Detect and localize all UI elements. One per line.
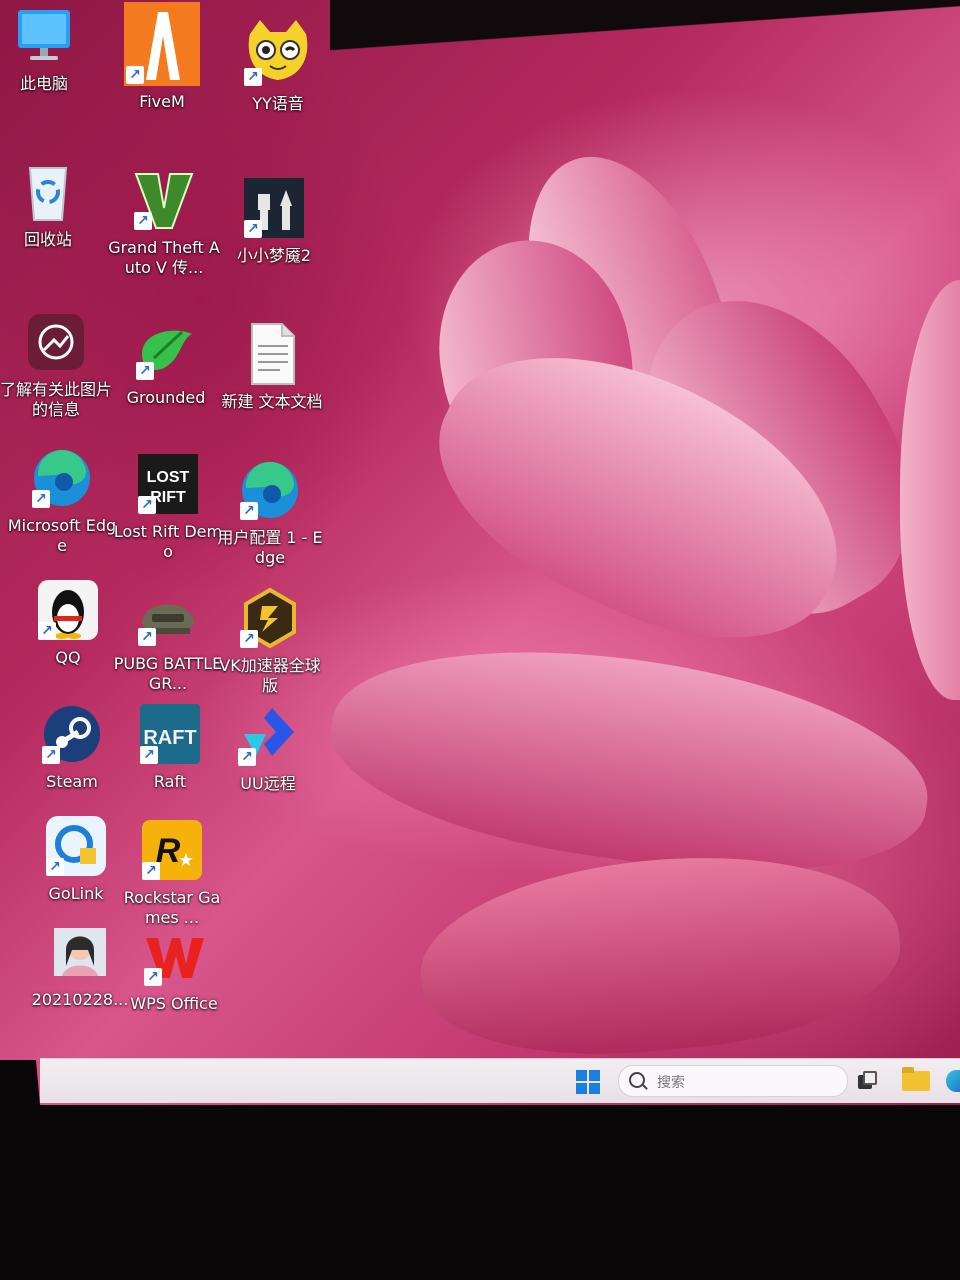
icon-label: QQ <box>55 648 81 667</box>
shortcut-arrow-icon: ↗ <box>138 628 156 646</box>
icon-label: 小小梦魇2 <box>236 246 312 265</box>
computer-icon <box>18 10 70 60</box>
search-icon <box>629 1072 645 1088</box>
wallpaper-petal <box>488 129 772 501</box>
shortcut-arrow-icon: ↗ <box>240 502 258 520</box>
icon-label: PUBG BATTLEGR... <box>113 654 223 693</box>
recycle-bin-icon <box>28 167 68 221</box>
shortcut-arrow-icon: ↗ <box>138 496 156 514</box>
shortcut-arrow-icon: ↗ <box>238 748 256 766</box>
desktop-icon-yy-voice[interactable]: ↗ YY语音 <box>222 16 334 114</box>
wallpaper-petal <box>319 619 941 901</box>
desktop-icon-little-nightmares-2[interactable]: ↗ 小小梦魇2 <box>218 176 330 266</box>
shortcut-arrow-icon: ↗ <box>244 68 262 86</box>
text-document-icon <box>251 323 295 385</box>
screen-bezel-edge <box>330 0 960 80</box>
svg-text:★: ★ <box>178 850 194 870</box>
wallpaper-petal <box>592 254 958 656</box>
desktop-icon-rockstar[interactable]: R ★ ↗ Rockstar Games ... <box>116 818 228 928</box>
desktop-icon-raft[interactable]: RAFT ↗ Raft <box>114 702 226 792</box>
desktop-icon-uu-remote[interactable]: ↗ UU远程 <box>212 704 324 794</box>
desktop-icon-steam[interactable]: ↗ Steam <box>16 702 128 792</box>
desktop-icon-vk-accelerator[interactable]: ↗ VK加速器全球版 <box>214 586 326 696</box>
icon-label: Rockstar Games ... <box>123 888 221 927</box>
svg-text:LOST: LOST <box>147 469 190 486</box>
taskbar-search-box[interactable]: 搜索 <box>618 1065 848 1097</box>
spotlight-info-icon <box>28 314 84 370</box>
icon-label: Grand Theft Auto V 传... <box>108 238 220 277</box>
icon-label: UU远程 <box>240 774 296 793</box>
wallpaper-petal <box>900 280 960 700</box>
icon-label: VK加速器全球版 <box>219 656 321 695</box>
desktop-icon-lost-rift[interactable]: LOST RIFT ↗ Lost Rift Demo <box>112 452 224 562</box>
icon-label: 此电脑 <box>19 74 68 93</box>
desktop-icon-this-pc[interactable]: 此电脑 <box>0 4 100 94</box>
desktop-icon-fivem[interactable]: ↗ FiveM <box>106 2 218 112</box>
shortcut-arrow-icon: ↗ <box>140 746 158 764</box>
file-explorer-icon[interactable] <box>902 1067 930 1091</box>
shortcut-arrow-icon: ↗ <box>38 622 56 640</box>
shortcut-arrow-icon: ↗ <box>32 490 50 508</box>
task-view-icon[interactable] <box>858 1071 878 1089</box>
search-placeholder: 搜索 <box>657 1075 685 1091</box>
icon-label: WPS Office <box>130 994 218 1013</box>
desktop-icon-recycle-bin[interactable]: 回收站 <box>0 160 104 250</box>
icon-label: 用户配置 1 - Edge <box>217 528 323 567</box>
photo-thumbnail-icon <box>54 928 106 976</box>
shortcut-arrow-icon: ↗ <box>46 858 64 876</box>
icon-label: Microsoft Edge <box>7 516 117 555</box>
icon-label: 回收站 <box>23 230 72 249</box>
shortcut-arrow-icon: ↗ <box>134 212 152 230</box>
wallpaper-petal <box>421 225 649 485</box>
shortcut-arrow-icon: ↗ <box>244 220 262 238</box>
desktop-icon-new-text-document[interactable]: 新建 文本文档 <box>216 322 328 412</box>
shortcut-arrow-icon: ↗ <box>142 862 160 880</box>
windows-start-icon[interactable] <box>576 1070 600 1094</box>
icon-label: Raft <box>153 772 187 791</box>
desktop-screen: 此电脑 回收站 了解有关此图片的信息 ↗ Microsoft Edge ↗ QQ… <box>0 0 960 1105</box>
desktop-icon-pubg[interactable]: ↗ PUBG BATTLEGR... <box>112 584 224 694</box>
wallpaper-petal <box>401 302 879 688</box>
desktop-icon-grounded[interactable]: ↗ Grounded <box>110 318 222 408</box>
desktop-icon-qq[interactable]: ↗ QQ <box>12 578 124 668</box>
shortcut-arrow-icon: ↗ <box>144 968 162 986</box>
icon-label: 了解有关此图片的信息 <box>0 380 113 419</box>
desktop-icon-edge[interactable]: ↗ Microsoft Edge <box>6 446 118 556</box>
icon-label: Grounded <box>126 388 206 407</box>
icon-label: FiveM <box>139 92 185 111</box>
edge-icon[interactable] <box>946 1070 960 1092</box>
icon-label: Lost Rift Demo <box>113 522 223 561</box>
desktop-icon-gta-v[interactable]: ↗ Grand Theft Auto V 传... <box>108 168 220 278</box>
desktop-icon-edge-profile[interactable]: ↗ 用户配置 1 - Edge <box>214 458 326 568</box>
shortcut-arrow-icon: ↗ <box>136 362 154 380</box>
shortcut-arrow-icon: ↗ <box>42 746 60 764</box>
icon-label: YY语音 <box>252 94 304 113</box>
wallpaper-petal <box>412 839 908 1071</box>
desktop-icon-spotlight-info[interactable]: 了解有关此图片的信息 <box>0 310 112 420</box>
shortcut-arrow-icon: ↗ <box>240 630 258 648</box>
taskbar: 搜索 <box>40 1058 960 1103</box>
icon-label: 新建 文本文档 <box>221 392 323 411</box>
desktop-icon-wps-office[interactable]: ↗ WPS Office <box>118 924 230 1014</box>
shortcut-arrow-icon: ↗ <box>126 66 144 84</box>
icon-label: Steam <box>46 772 98 791</box>
